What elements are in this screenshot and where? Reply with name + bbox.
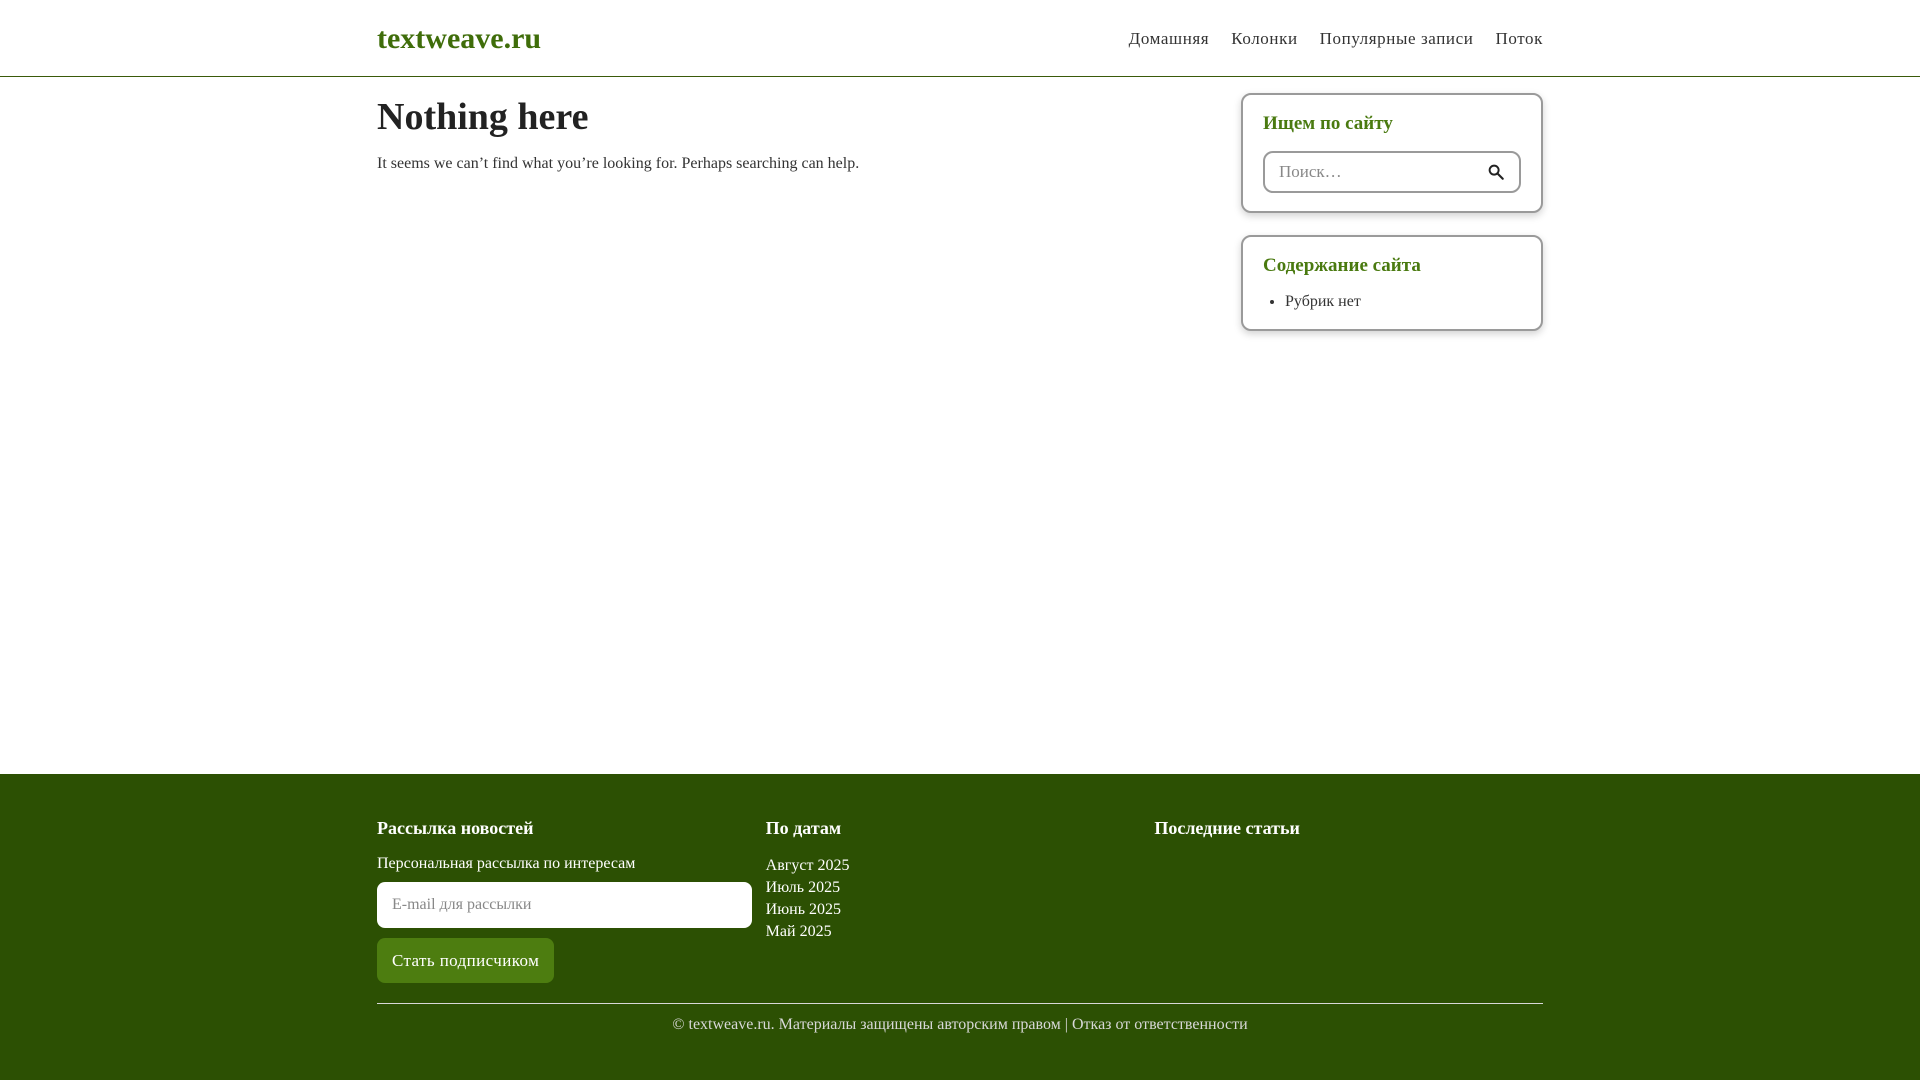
main-area: Nothing here It seems we can’t find what… [377,77,1543,774]
search-widget: Ищем по сайту [1241,93,1543,213]
email-field[interactable] [377,882,752,928]
archive-link-may-2025[interactable]: Май 2025 [766,921,1155,943]
footer-separator: | [1060,1016,1072,1033]
copyright-text: © textweave.ru. Материалы защищены автор… [672,1016,1061,1033]
page-title: Nothing here [377,96,589,138]
archive-link-june-2025[interactable]: Июнь 2025 [766,899,1155,921]
newsletter-section: Рассылка новостей Персональная рассылка … [377,818,766,983]
not-found-message: It seems we can’t find what you’re looki… [377,154,860,172]
newsletter-text: Персональная рассылка по интересам [377,855,636,872]
categories-widget: Содержание сайта Рубрик нет [1241,235,1543,331]
archive-title: По датам [765,818,842,838]
footer-bottom: © textweave.ru. Материалы защищены автор… [377,1003,1543,1034]
nav-item-stream[interactable]: Поток [1495,29,1543,49]
nav-item-columns[interactable]: Колонки [1231,29,1297,49]
search-form [1263,151,1521,193]
newsletter-title: Рассылка новостей [377,818,534,838]
site-logo[interactable]: textweave.ru [377,22,541,56]
disclaimer-link[interactable]: Отказ от ответственности [1072,1016,1248,1033]
categories-list: Рубрик нет [1263,293,1521,311]
content-area: Nothing here It seems we can’t find what… [377,77,1197,774]
nav-item-popular[interactable]: Популярные записи [1320,29,1474,49]
nav-item-home[interactable]: Домашняя [1129,29,1210,49]
archive-link-july-2025[interactable]: Июль 2025 [766,877,1155,899]
search-widget-title: Ищем по сайту [1263,113,1393,134]
categories-widget-title: Содержание сайта [1263,255,1421,276]
list-item: Рубрик нет [1285,293,1521,311]
archive-section: По датам Август 2025 Июль 2025 Июнь 2025… [766,818,1155,983]
recent-posts-title: Последние статьи [1154,818,1300,838]
main-nav: Домашняя Колонки Популярные записи Поток [1129,29,1543,49]
search-input[interactable] [1279,162,1479,182]
sidebar: Ищем по сайту Содержание сайта Рубрик не… [1241,77,1543,774]
subscribe-button[interactable]: Стать подписчиком [377,938,555,983]
site-footer: Рассылка новостей Персональная рассылка … [0,774,1920,1080]
archive-link-august-2025[interactable]: Август 2025 [766,855,1155,877]
recent-posts-section: Последние статьи [1154,818,1543,983]
search-button[interactable] [1487,163,1505,181]
search-icon [1488,164,1504,180]
site-header: textweave.ru Домашняя Колонки Популярные… [0,0,1920,77]
